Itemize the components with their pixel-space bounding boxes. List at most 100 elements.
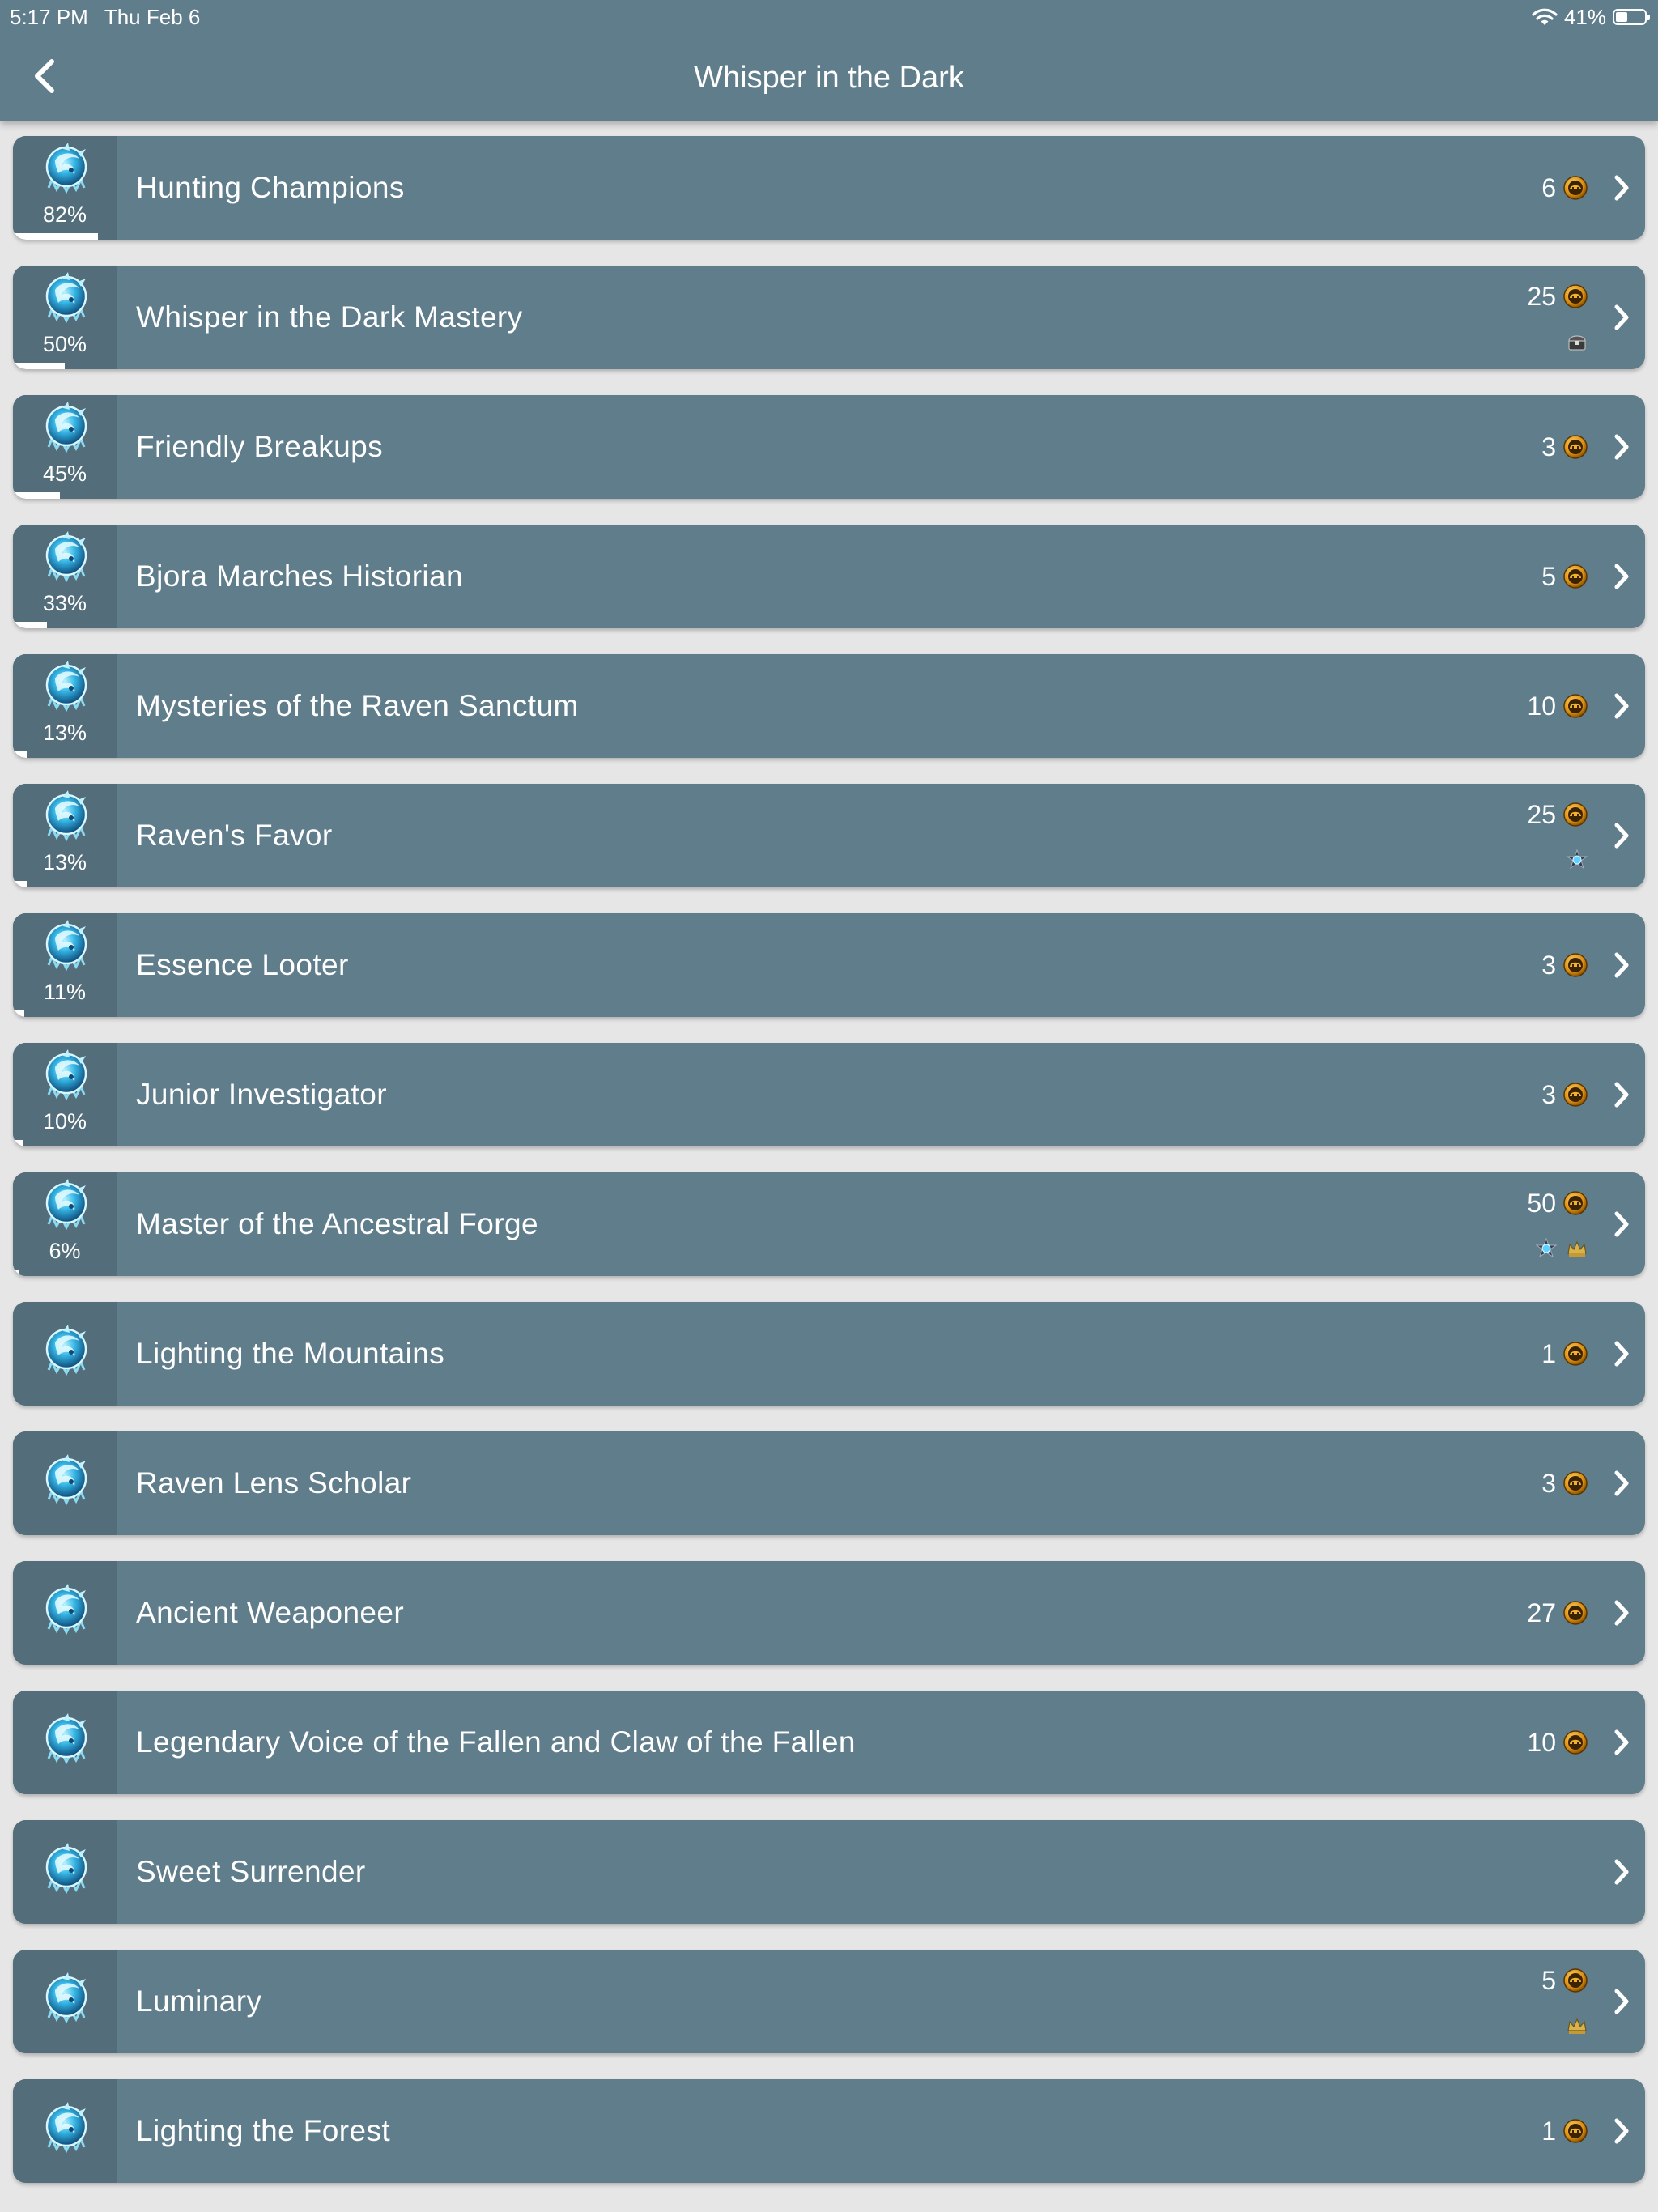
progress-bar (13, 492, 60, 499)
achievement-icon-cell (13, 1431, 117, 1535)
achievement-icon (45, 1325, 87, 1376)
achievement-points: 10 (1527, 1727, 1588, 1758)
achievement-row[interactable]: Sweet Surrender (13, 1820, 1645, 1924)
progress-percent: 10% (42, 1109, 87, 1134)
achievement-points: 3 (1541, 432, 1588, 462)
chevron-right-icon (1614, 952, 1629, 978)
achievement-icon (45, 1843, 87, 1895)
achievement-icon (45, 402, 87, 453)
progress-bar (13, 1140, 23, 1146)
status-date: Thu Feb 6 (104, 5, 201, 29)
achievement-row[interactable]: 82% Hunting Champions 6 (13, 136, 1645, 240)
achievement-points-icon (1563, 1968, 1588, 1993)
wifi-icon (1532, 8, 1558, 25)
achievement-icon-cell (13, 1950, 117, 2053)
chevron-right-icon (1614, 1211, 1629, 1237)
progress-percent: 82% (42, 202, 87, 227)
achievement-title: Junior Investigator (136, 1078, 387, 1111)
progress-bar (13, 1010, 25, 1017)
achievement-points-icon (1563, 564, 1588, 589)
achievement-icon-cell (13, 1691, 117, 1794)
achievement-row[interactable]: Luminary 5 (13, 1950, 1645, 2053)
chevron-right-icon (1614, 564, 1629, 589)
achievement-list: 82% Hunting Champions 6 50% Whisper in the D… (13, 136, 1645, 2209)
achievement-points-icon (1563, 694, 1588, 718)
points-value: 3 (1541, 1079, 1556, 1109)
chest-icon (1568, 335, 1586, 351)
chevron-right-icon (1614, 1989, 1629, 2014)
reward-icons (1558, 2013, 1588, 2039)
status-time: 5:17 PM (10, 5, 88, 29)
achievement-title: Legendary Voice of the Fallen and Claw o… (136, 1725, 856, 1759)
achievement-row[interactable]: Raven Lens Scholar 3 (13, 1431, 1645, 1535)
achievement-points: 5 (1541, 561, 1588, 592)
achievement-points-icon (1563, 2119, 1588, 2143)
achievement-points-icon (1563, 1601, 1588, 1625)
progress-bar (13, 751, 27, 758)
achievement-points: 50 (1527, 1188, 1588, 1219)
achievement-icon-cell (13, 1302, 117, 1406)
points-value: 50 (1527, 1188, 1556, 1218)
achievement-icon (45, 1972, 87, 2024)
achievement-points: 3 (1541, 1079, 1588, 1110)
achievement-title: Raven Lens Scholar (136, 1466, 412, 1499)
crown-icon (1567, 1240, 1587, 1257)
achievement-icon-cell: 11% (13, 913, 117, 1017)
achievement-row[interactable]: 13% Raven's Favor 25 (13, 784, 1645, 887)
points-value: 3 (1541, 950, 1556, 980)
battery-icon (1613, 9, 1650, 25)
achievement-row[interactable]: 11% Essence Looter 3 (13, 913, 1645, 1017)
achievement-points-icon (1563, 1191, 1588, 1215)
achievement-row[interactable]: Lighting the Mountains 1 (13, 1302, 1645, 1406)
chevron-right-icon (1614, 1470, 1629, 1496)
achievement-row[interactable]: 50% Whisper in the Dark Mastery 25 (13, 266, 1645, 369)
achievement-row[interactable]: Lighting the Forest 1 (13, 2079, 1645, 2183)
achievement-title: Master of the Ancestral Forge (136, 1207, 538, 1240)
points-value: 3 (1541, 432, 1556, 462)
achievement-icon (45, 661, 87, 713)
achievement-icon (45, 1049, 87, 1101)
achievement-icon-cell: 50% (13, 266, 117, 369)
achievement-points-icon (1563, 802, 1588, 827)
achievement-row[interactable]: 10% Junior Investigator 3 (13, 1043, 1645, 1146)
achievement-row[interactable]: 45% Friendly Breakups 3 (13, 395, 1645, 499)
achievement-points: 25 (1527, 281, 1588, 312)
achievement-icon (45, 1454, 87, 1506)
points-value: 5 (1541, 1965, 1556, 1995)
achievement-row[interactable]: 33% Bjora Marches Historian 5 (13, 525, 1645, 628)
progress-percent: 6% (49, 1239, 81, 1263)
chevron-right-icon (1614, 434, 1629, 460)
achievement-points: 10 (1527, 691, 1588, 721)
achievement-row[interactable]: Legendary Voice of the Fallen and Claw o… (13, 1691, 1645, 1794)
achievement-icon-cell: 10% (13, 1043, 117, 1146)
progress-percent: 11% (43, 980, 87, 1004)
achievement-icon (45, 1713, 87, 1765)
achievement-icon-cell: 13% (13, 784, 117, 887)
achievement-icon-cell (13, 1820, 117, 1924)
achievement-title: Bjora Marches Historian (136, 559, 464, 593)
achievement-row[interactable]: Ancient Weaponeer 27 (13, 1561, 1645, 1665)
chevron-right-icon (1614, 1600, 1629, 1626)
reward-icons (1558, 329, 1588, 355)
achievement-points-icon (1563, 1342, 1588, 1366)
achievement-icon-cell: 13% (13, 654, 117, 758)
achievement-row[interactable]: 6% Master of the Ancestral Forge 50 (13, 1172, 1645, 1276)
achievement-icon-cell: 82% (13, 136, 117, 240)
achievement-row[interactable]: 13% Mysteries of the Raven Sanctum 10 (13, 654, 1645, 758)
points-value: 3 (1541, 1468, 1556, 1498)
achievement-icon (45, 2102, 87, 2154)
achievement-icon-cell: 45% (13, 395, 117, 499)
chevron-right-icon (1614, 2118, 1629, 2144)
chevron-right-icon (1614, 693, 1629, 719)
achievement-points-icon (1563, 953, 1588, 977)
achievement-icon-cell (13, 1561, 117, 1665)
achievement-title: Friendly Breakups (136, 430, 383, 463)
achievement-icon (45, 272, 87, 324)
achievement-points: 5 (1541, 1965, 1588, 1996)
achievement-points: 27 (1527, 1597, 1588, 1628)
achievement-title: Sweet Surrender (136, 1855, 366, 1888)
reward-icons (1527, 1236, 1588, 1261)
progress-percent: 50% (42, 332, 87, 356)
achievement-icon (45, 790, 87, 842)
achievement-points: 3 (1541, 1468, 1588, 1499)
